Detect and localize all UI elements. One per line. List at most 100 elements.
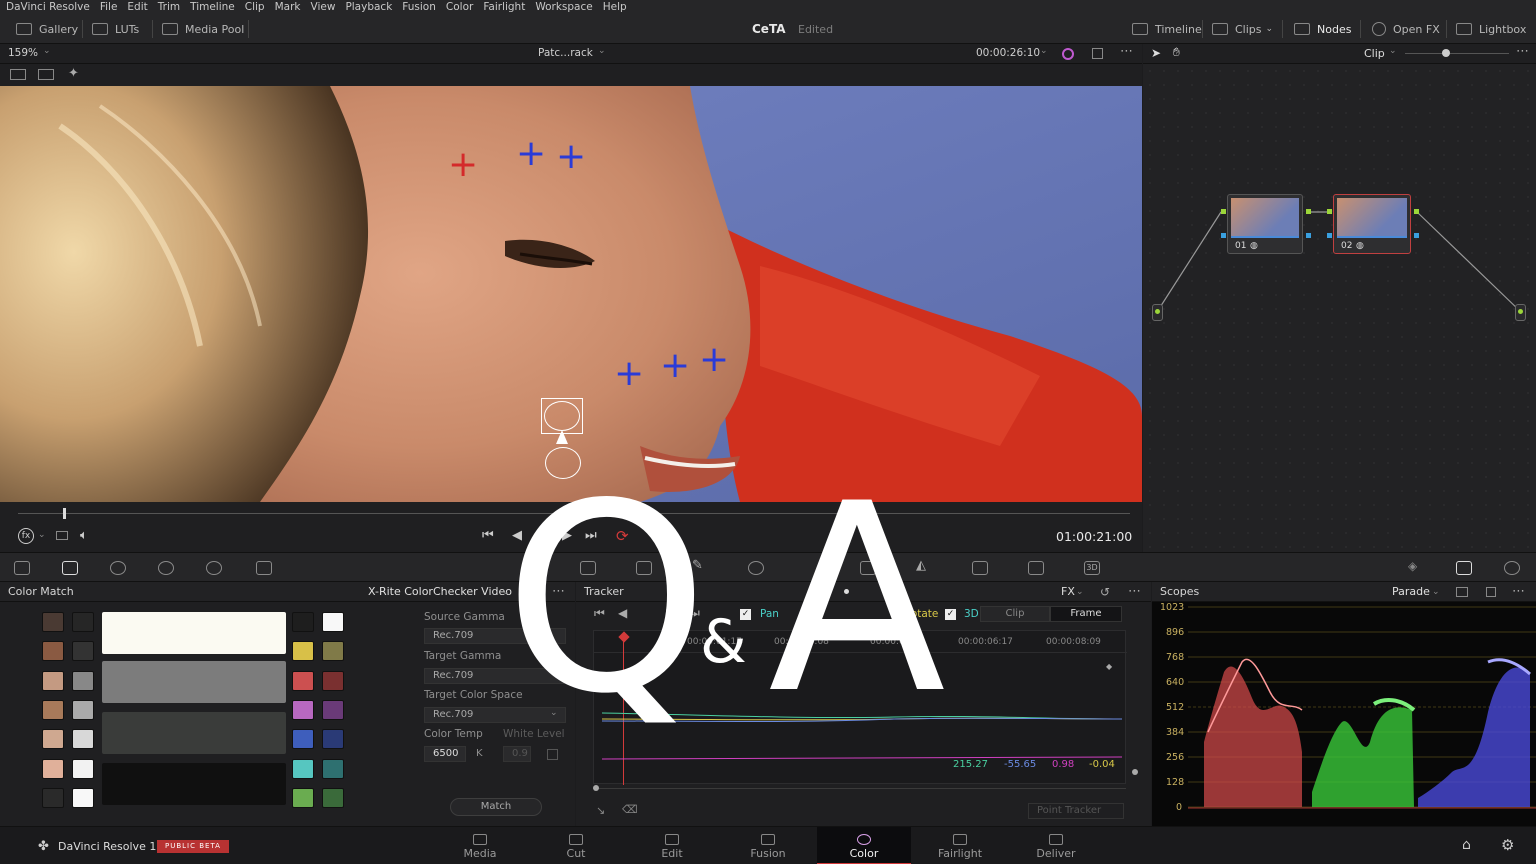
node-input-key[interactable] <box>1221 233 1226 238</box>
pointer-icon[interactable]: ➤ <box>1151 46 1161 60</box>
window-icon[interactable] <box>748 561 764 575</box>
motion-effects-icon[interactable] <box>256 561 272 575</box>
chart-swatch[interactable] <box>42 699 64 720</box>
menu-color[interactable]: Color <box>446 0 473 14</box>
chart-swatch[interactable] <box>292 641 314 662</box>
timeline-button[interactable]: Timeline <box>1124 14 1210 44</box>
split-view-icon[interactable] <box>38 69 54 80</box>
tracker-point[interactable]: + <box>660 348 690 384</box>
node-02-selected[interactable]: 02 ◍ <box>1333 194 1411 254</box>
color-wheels-icon[interactable] <box>110 561 126 575</box>
home-icon[interactable]: ⌂ <box>1462 837 1471 853</box>
chart-swatch[interactable] <box>292 787 314 808</box>
chart-swatch[interactable] <box>42 641 64 662</box>
gallery-button[interactable]: Gallery <box>8 14 86 44</box>
scope-mode-dropdown[interactable]: Parade <box>1392 585 1430 598</box>
nodes-button[interactable]: Nodes <box>1286 14 1359 44</box>
expand-icon[interactable] <box>1486 587 1496 597</box>
3d-checkbox[interactable]: ✓ <box>945 609 956 620</box>
menu-workspace[interactable]: Workspace <box>535 0 592 14</box>
viewer-image[interactable]: + + + + + + <box>0 86 1142 502</box>
chart-swatch[interactable] <box>322 670 344 691</box>
menu-edit[interactable]: Edit <box>127 0 147 14</box>
tracker-point-active[interactable]: + <box>448 147 478 183</box>
patch-white[interactable] <box>102 612 286 654</box>
menu-view[interactable]: View <box>311 0 336 14</box>
sizing-icon[interactable] <box>1028 561 1044 575</box>
key-icon[interactable] <box>972 561 988 575</box>
delete-point-icon[interactable]: ⌫ <box>622 803 638 816</box>
chart-swatch[interactable] <box>42 787 64 808</box>
node-output-rgb[interactable] <box>1414 209 1419 214</box>
menu-file[interactable]: File <box>100 0 118 14</box>
timecode-display[interactable]: 00:00:26:10 <box>976 47 1040 59</box>
chart-swatch[interactable] <box>42 612 64 632</box>
chart-swatch[interactable] <box>42 670 64 691</box>
gear-icon[interactable]: ⚙ <box>1501 836 1514 854</box>
tracker-point[interactable]: + <box>556 139 586 175</box>
menu-help[interactable]: Help <box>603 0 627 14</box>
chart-swatch[interactable] <box>292 699 314 720</box>
menu-davinci[interactable]: DaVinci Resolve <box>6 0 90 14</box>
tracker-type-dropdown[interactable]: Point Tracker <box>1028 803 1124 819</box>
skip-back-icon[interactable]: ⏮ <box>482 528 494 543</box>
media-pool-button[interactable]: Media Pool <box>154 14 252 44</box>
single-view-icon[interactable] <box>10 69 26 80</box>
patch-gray[interactable] <box>102 661 286 703</box>
chart-swatch[interactable] <box>72 670 94 691</box>
page-media[interactable]: Media <box>433 827 527 864</box>
node-mode-dropdown[interactable]: Clip <box>1364 47 1385 60</box>
node-output-key[interactable] <box>1414 233 1419 238</box>
chart-swatch[interactable] <box>292 758 314 779</box>
keyframes-icon[interactable]: ◈ <box>1408 559 1424 573</box>
page-color-active[interactable]: Color <box>817 827 911 864</box>
page-edit[interactable]: Edit <box>625 827 719 864</box>
hdr-wheels-icon[interactable] <box>158 561 174 575</box>
chart-swatch[interactable] <box>322 758 344 779</box>
layers-icon[interactable] <box>56 531 68 540</box>
menu-mark[interactable]: Mark <box>275 0 301 14</box>
scrubber-handle[interactable] <box>63 508 66 519</box>
keyframe-diamond-icon[interactable]: ◆ <box>1106 662 1112 671</box>
node-input-rgb[interactable] <box>1221 209 1226 214</box>
chart-swatch[interactable] <box>72 729 94 750</box>
more-options-icon[interactable]: ⋯ <box>1120 44 1133 59</box>
chart-swatch[interactable] <box>42 729 64 750</box>
page-fusion[interactable]: Fusion <box>721 827 815 864</box>
chart-swatch[interactable] <box>72 758 94 779</box>
rgb-mixer-icon[interactable] <box>206 561 222 575</box>
tracker-point[interactable]: + <box>699 342 729 378</box>
more-options-icon[interactable]: ⋯ <box>1512 584 1525 599</box>
3d-icon[interactable]: 3D <box>1084 561 1100 575</box>
chart-swatch[interactable] <box>292 670 314 691</box>
graph-scrollbar[interactable] <box>593 788 1126 789</box>
color-wheel-icon[interactable] <box>1062 48 1074 60</box>
more-options-icon[interactable]: ⋯ <box>1516 44 1529 59</box>
fx-dropdown[interactable]: FX <box>1061 585 1075 598</box>
chart-swatch[interactable] <box>322 612 344 632</box>
match-button[interactable]: Match <box>450 798 542 816</box>
fullscreen-icon[interactable] <box>1092 48 1103 59</box>
luts-button[interactable]: LUTs <box>84 14 147 44</box>
page-cut[interactable]: Cut <box>529 827 623 864</box>
color-temp-input[interactable]: 6500 <box>424 746 466 762</box>
chart-swatch[interactable] <box>322 729 344 750</box>
page-fairlight[interactable]: Fairlight <box>913 827 1007 864</box>
info-icon[interactable] <box>1504 561 1520 575</box>
vertical-zoom-handle[interactable] <box>1132 769 1138 775</box>
chart-swatch[interactable] <box>72 612 94 632</box>
chart-swatch[interactable] <box>292 612 314 632</box>
scopes-icon[interactable] <box>1456 561 1472 575</box>
hand-icon[interactable]: ✋︎ <box>1173 45 1180 60</box>
camera-raw-icon[interactable] <box>14 561 30 575</box>
menu-fusion[interactable]: Fusion <box>402 0 436 14</box>
tracker-point[interactable]: + <box>516 136 546 172</box>
more-options-icon[interactable]: ⋯ <box>1128 584 1141 599</box>
clip-name-dropdown[interactable]: Patc...rack <box>538 47 593 59</box>
reset-icon[interactable]: ↺ <box>1100 585 1110 599</box>
clips-button[interactable]: Clips ⌄ <box>1204 14 1281 44</box>
chart-swatch[interactable] <box>72 699 94 720</box>
frame-mode-button[interactable]: Frame <box>1050 606 1122 622</box>
node-input-rgb[interactable] <box>1327 209 1332 214</box>
patch-black[interactable] <box>102 763 286 805</box>
